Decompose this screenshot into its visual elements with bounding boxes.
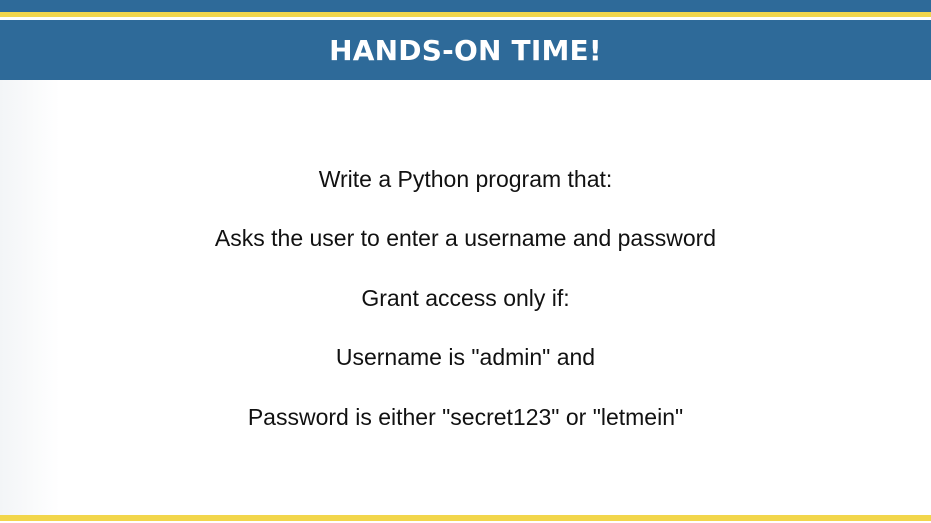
instruction-line-grant-condition: Grant access only if: <box>361 285 570 311</box>
instruction-line-password-rule: Password is either "secret123" or "letme… <box>247 404 684 430</box>
instruction-line-ask-credentials: Asks the user to enter a username and pa… <box>214 225 717 251</box>
header-band: HANDS-ON TIME! <box>0 20 931 80</box>
top-blue-strip <box>0 0 931 12</box>
slide: HANDS-ON TIME! Write a Python program th… <box>0 0 931 523</box>
instruction-line-intro: Write a Python program that: <box>318 166 613 192</box>
slide-title: HANDS-ON TIME! <box>329 33 602 67</box>
instruction-line-username-rule: Username is "admin" and <box>335 344 596 370</box>
slide-body: Write a Python program that: Asks the us… <box>0 80 931 515</box>
